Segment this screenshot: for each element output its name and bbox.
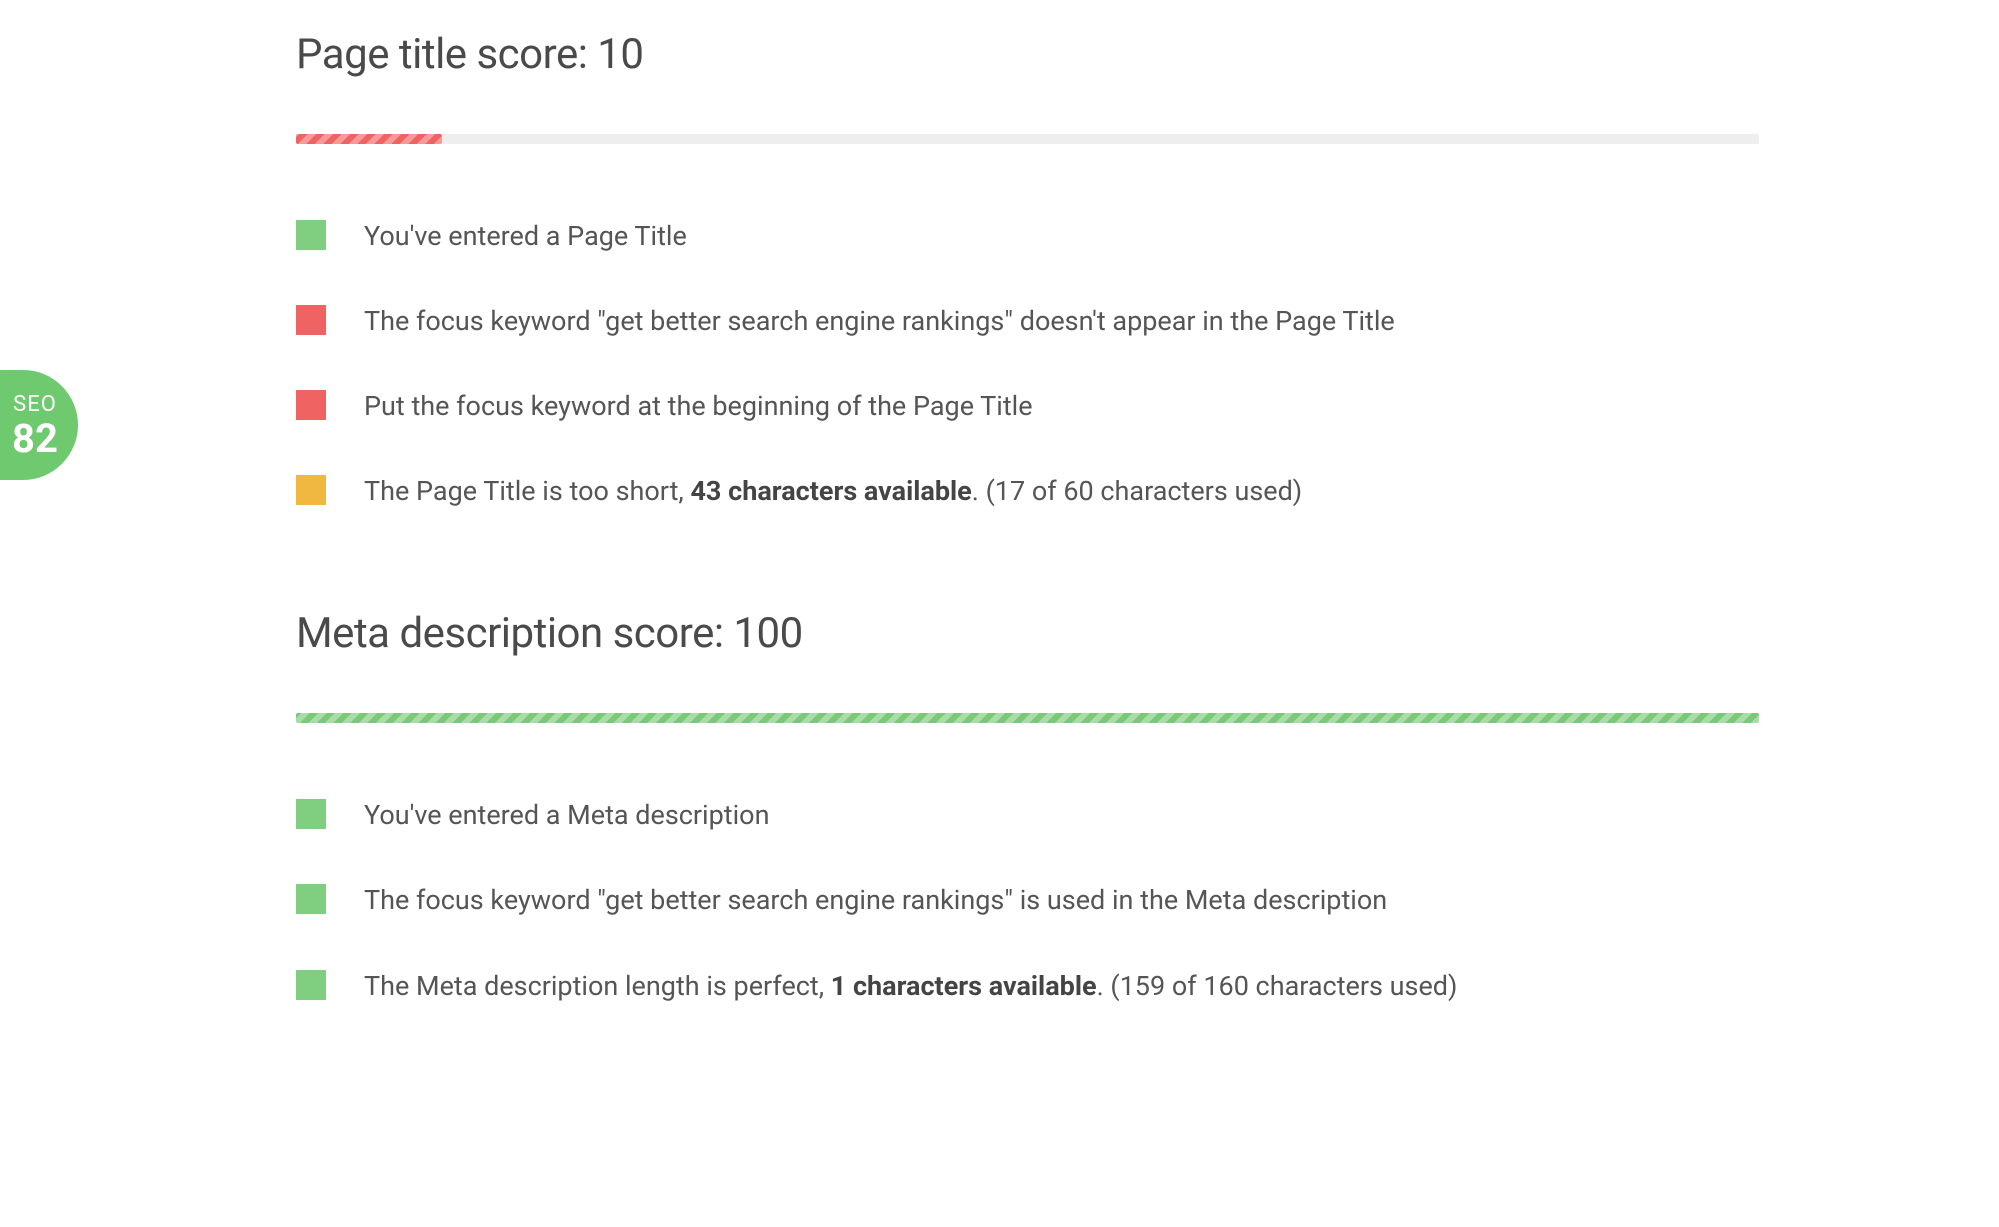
status-marker-bad-icon xyxy=(296,305,326,335)
check-item: The Page Title is too short, 43 characte… xyxy=(296,474,1759,509)
seo-badge-label: SEO xyxy=(13,392,57,417)
check-item: Put the focus keyword at the beginning o… xyxy=(296,389,1759,424)
status-marker-good-icon xyxy=(296,799,326,829)
page-title-progress-bar xyxy=(296,134,1759,144)
check-item: The focus keyword "get better search eng… xyxy=(296,304,1759,339)
check-text: You've entered a Page Title xyxy=(364,219,687,254)
check-text: The Meta description length is perfect, … xyxy=(364,969,1457,1004)
meta-description-progress-fill xyxy=(296,713,1759,723)
status-marker-bad-icon xyxy=(296,390,326,420)
check-text: The focus keyword "get better search eng… xyxy=(364,304,1395,339)
status-marker-good-icon xyxy=(296,220,326,250)
check-item: The focus keyword "get better search eng… xyxy=(296,883,1759,918)
check-item: You've entered a Page Title xyxy=(296,219,1759,254)
status-marker-good-icon xyxy=(296,970,326,1000)
page-title-progress-fill xyxy=(296,134,442,144)
check-item: The Meta description length is perfect, … xyxy=(296,969,1759,1004)
check-text: Put the focus keyword at the beginning o… xyxy=(364,389,1033,424)
meta-description-score-heading: Meta description score: 100 xyxy=(296,609,1759,658)
status-marker-good-icon xyxy=(296,884,326,914)
seo-analysis-content: Page title score: 10 You've entered a Pa… xyxy=(0,0,1999,1004)
seo-badge-score: 82 xyxy=(12,419,58,459)
check-text: The focus keyword "get better search eng… xyxy=(364,883,1387,918)
meta-description-progress-bar xyxy=(296,713,1759,723)
page-title-checks: You've entered a Page Title The focus ke… xyxy=(296,219,1759,509)
meta-description-checks: You've entered a Meta description The fo… xyxy=(296,798,1759,1003)
check-text: You've entered a Meta description xyxy=(364,798,770,833)
check-item: You've entered a Meta description xyxy=(296,798,1759,833)
status-marker-warn-icon xyxy=(296,475,326,505)
check-text: The Page Title is too short, 43 characte… xyxy=(364,474,1302,509)
page-title-score-heading: Page title score: 10 xyxy=(296,30,1759,79)
